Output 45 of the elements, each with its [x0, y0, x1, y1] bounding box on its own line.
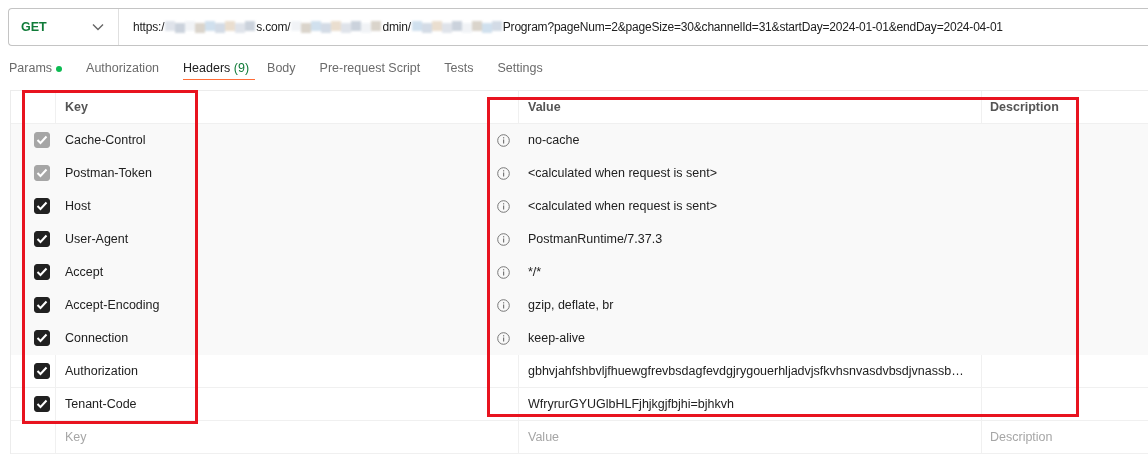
checkbox[interactable]	[34, 363, 50, 379]
column-header: Value	[528, 100, 561, 114]
checkbox[interactable]	[34, 198, 50, 214]
tab[interactable]: Params	[9, 58, 75, 80]
checkbox[interactable]	[34, 396, 50, 412]
info-icon	[496, 232, 510, 246]
header-value: <calculated when request is sent>	[528, 199, 717, 213]
header-value: WfryrurGYUGlbHLFjhjkgjfbjhi=bjhkvh	[528, 397, 734, 411]
tab[interactable]: Body	[267, 58, 308, 80]
method-dropdown[interactable]: GET	[9, 9, 119, 45]
header-key: Host	[65, 199, 91, 213]
header-value: gbhvjahfshbvljfhuewgfrevbsdagfevdgjrygouerhljadvjsfkvhsnvasdvbsdjvnassb…	[528, 364, 964, 378]
chevron-down-icon	[92, 23, 104, 31]
column-header: Key	[65, 100, 88, 114]
checkbox[interactable]	[34, 297, 50, 313]
checkbox[interactable]	[34, 330, 50, 346]
header-key: Postman-Token	[65, 166, 152, 180]
tab[interactable]: Headers (9)	[183, 58, 256, 80]
info-icon	[496, 199, 510, 213]
checkbox[interactable]	[34, 231, 50, 247]
header-key: User-Agent	[65, 232, 129, 246]
tab[interactable]: Pre-request Script	[319, 58, 433, 80]
info-icon	[496, 133, 510, 147]
tab[interactable]: Settings	[497, 58, 555, 80]
header-value: PostmanRuntime/7.37.3	[528, 232, 663, 246]
header-value: */*	[528, 265, 542, 279]
header-value: gzip, deflate, br	[528, 298, 614, 312]
checkbox[interactable]	[34, 264, 50, 280]
info-icon	[496, 331, 510, 345]
info-icon	[496, 298, 510, 312]
column-header: Description	[990, 100, 1059, 114]
tab[interactable]: Authorization	[86, 58, 172, 80]
header-key: Accept	[65, 265, 104, 279]
header-key: Connection	[65, 331, 129, 345]
header-value: keep-alive	[528, 331, 585, 345]
tab[interactable]: Tests	[444, 58, 486, 80]
url-input[interactable]: https:/ s.com/ dmin/ Program?pageNum=2&pageSize=30&channelId=31&startDay=2024-01-01&endDay=2024-04-01	[119, 20, 1003, 34]
header-key: Cache-Control	[65, 133, 146, 147]
header-key: Authorization	[65, 364, 138, 378]
header-value: <calculated when request is sent>	[528, 166, 717, 180]
info-icon	[496, 166, 510, 180]
info-icon	[496, 265, 510, 279]
header-key: Tenant-Code	[65, 397, 137, 411]
header-key: Accept-Encoding	[65, 298, 160, 312]
header-value: no-cache	[528, 133, 580, 147]
